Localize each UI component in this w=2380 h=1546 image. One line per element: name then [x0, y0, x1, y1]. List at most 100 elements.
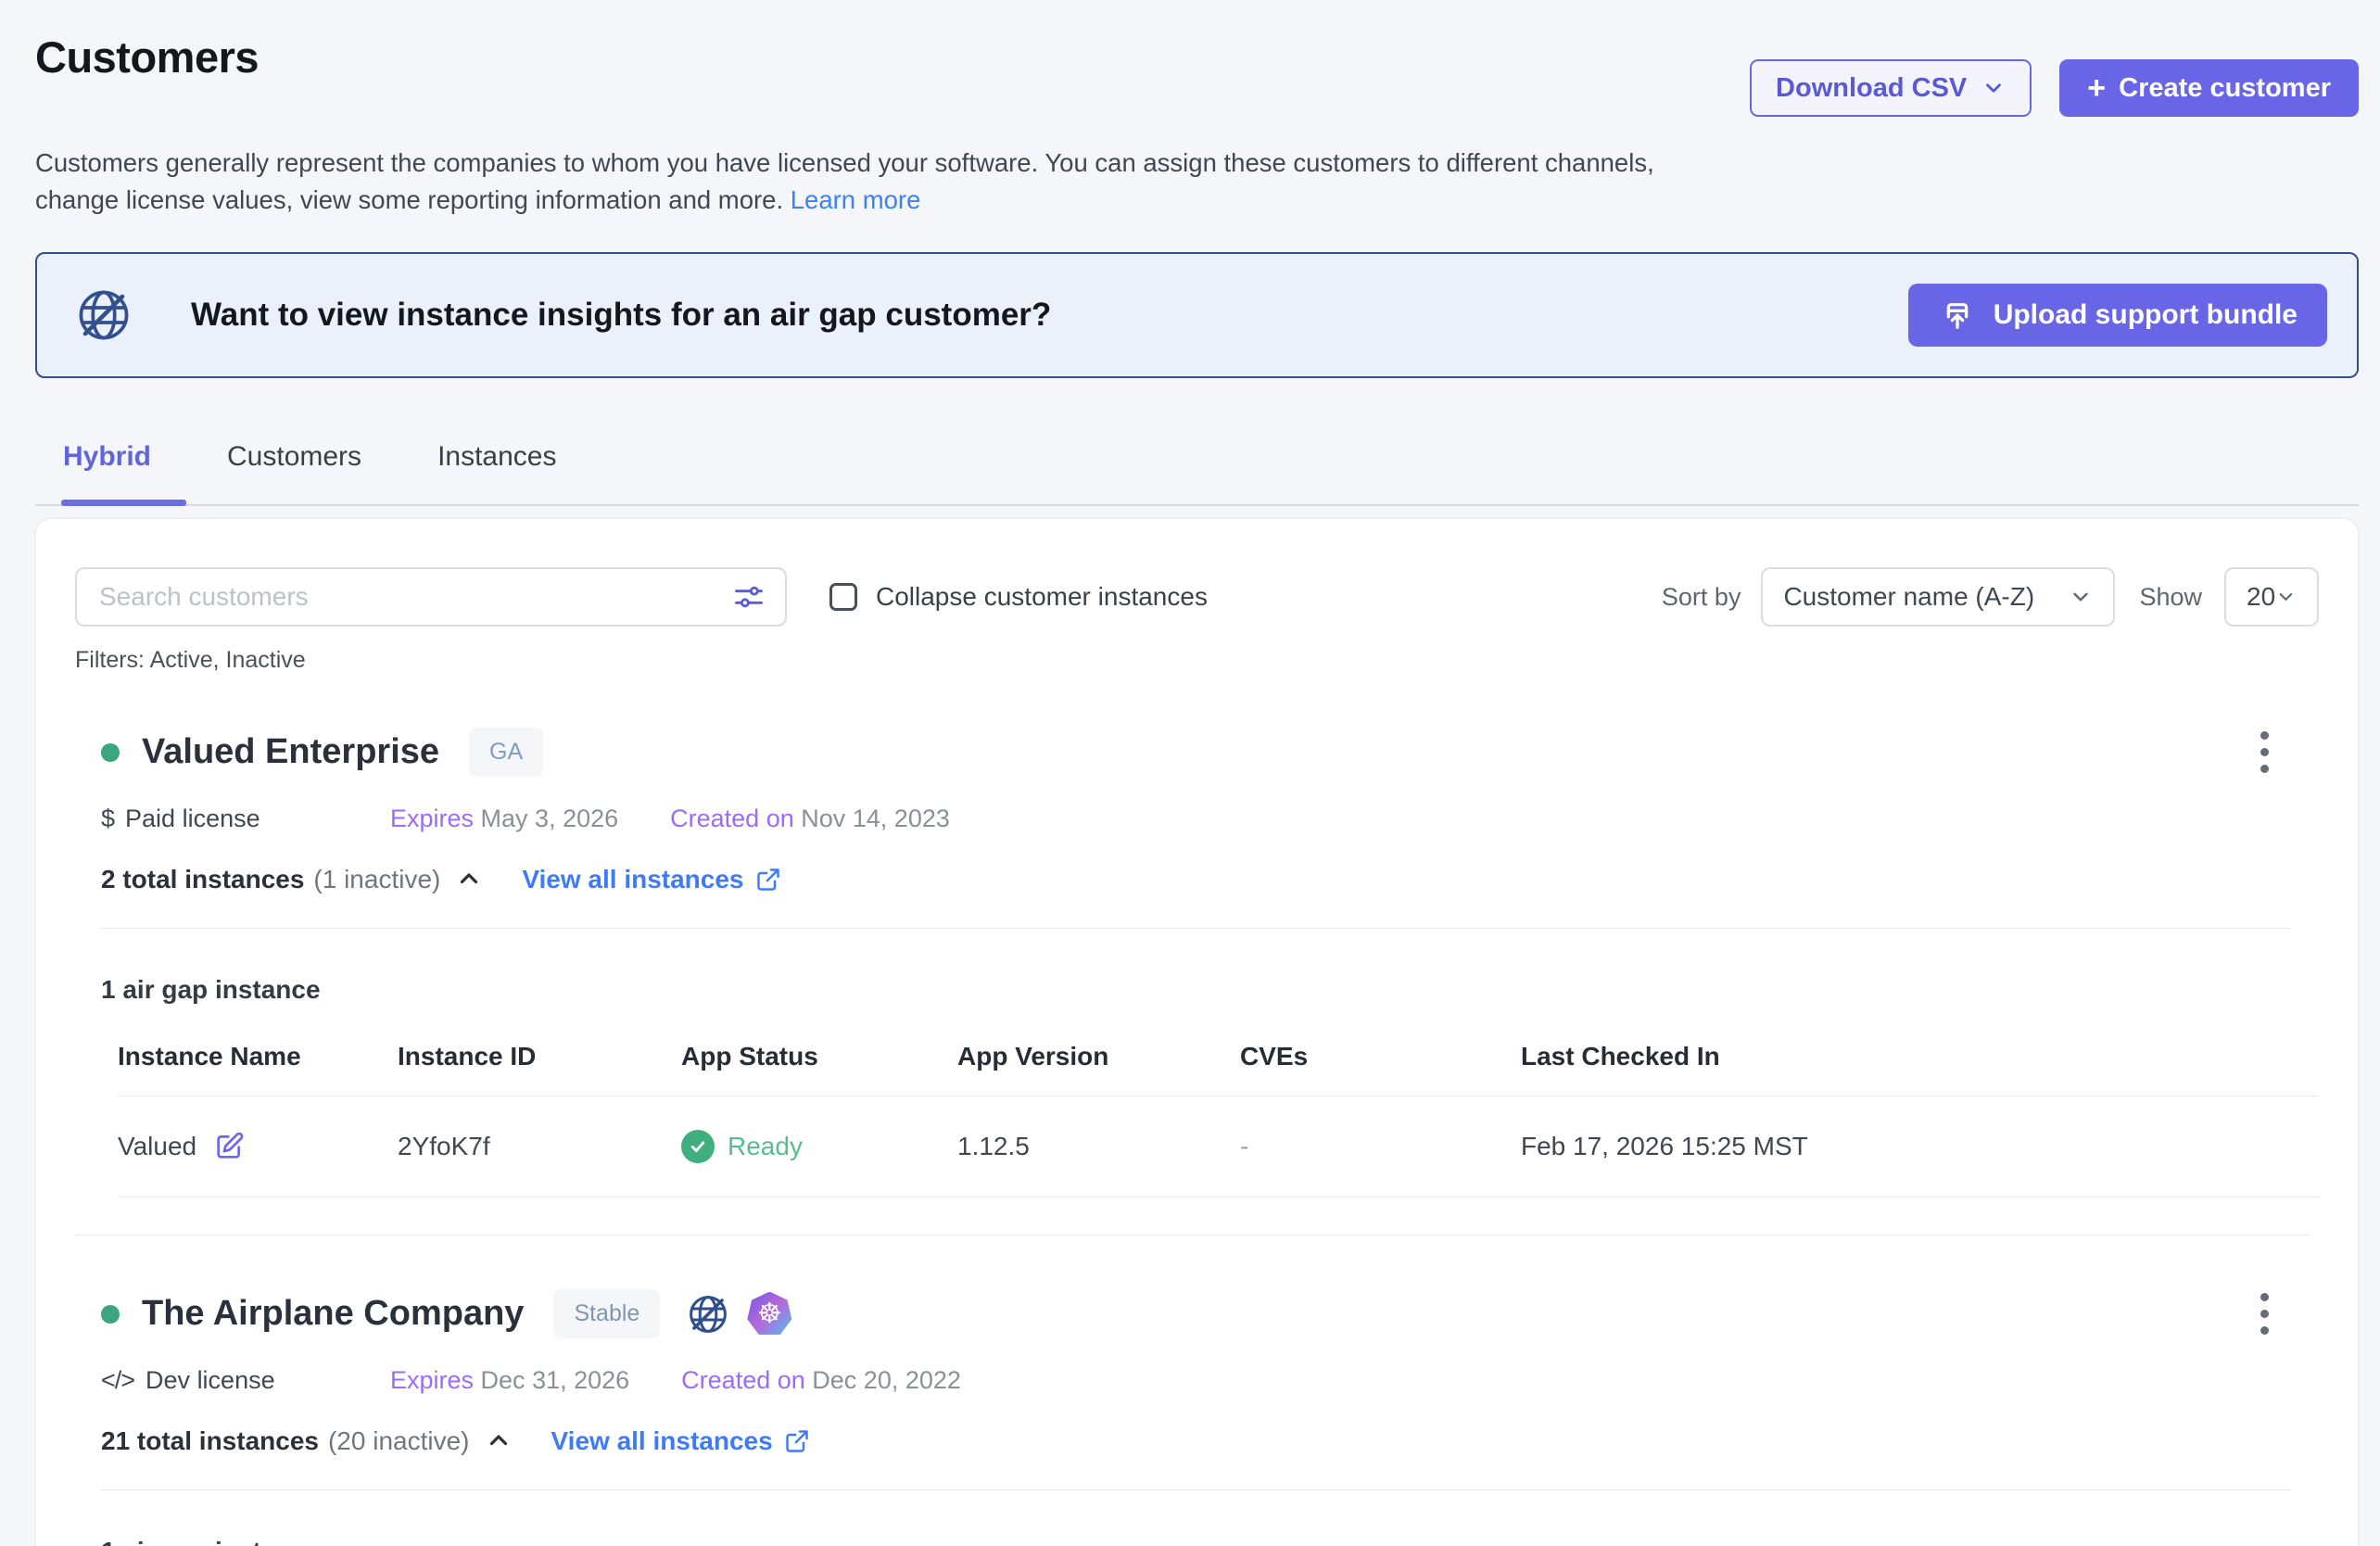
col-app-version: App Version — [957, 1042, 1240, 1071]
customer-section-valued-enterprise: Valued Enterprise GA $ Paid license Expi… — [75, 724, 2319, 1198]
collapse-instances-label: Collapse customer instances — [876, 582, 1208, 612]
instance-table-header: Instance Name Instance ID App Status App… — [118, 1042, 2319, 1096]
col-cves: CVEs — [1240, 1042, 1521, 1071]
create-customer-button[interactable]: + Create customer — [2059, 59, 2359, 117]
create-customer-label: Create customer — [2119, 73, 2331, 104]
section-divider — [101, 928, 2291, 929]
instance-name: Valued — [118, 1132, 196, 1161]
edit-icon[interactable] — [213, 1131, 245, 1162]
view-all-instances-label: View all instances — [522, 865, 743, 894]
sort-by-value: Customer name (A-Z) — [1783, 582, 2034, 612]
expires-label: Expires — [390, 805, 474, 832]
instance-row: Valued 2YfoK7f Ready 1.12.5 - Feb 17, 20… — [118, 1096, 2319, 1198]
show-label: Show — [2139, 583, 2202, 612]
upload-support-bundle-label: Upload support bundle — [1994, 299, 2298, 331]
upload-icon — [1938, 296, 1977, 335]
license-row: </> Dev license Expires Dec 31, 2026 Cre… — [101, 1366, 2319, 1395]
customer-menu-button[interactable] — [2253, 724, 2276, 780]
expires-date: May 3, 2026 — [481, 805, 619, 832]
chevron-down-icon — [1981, 76, 2006, 100]
chevron-down-icon — [2069, 585, 2093, 609]
customer-divider — [75, 1235, 2310, 1236]
customers-card: Collapse customer instances Sort by Cust… — [35, 518, 2359, 1546]
plus-icon: + — [2087, 72, 2106, 104]
check-circle-icon — [681, 1130, 715, 1163]
customer-name[interactable]: The Airplane Company — [142, 1294, 524, 1334]
cves-value: - — [1240, 1132, 1521, 1161]
page-header: Customers Download CSV + Create customer… — [0, 0, 2380, 219]
tab-customers[interactable]: Customers — [227, 441, 361, 504]
col-instance-id: Instance ID — [398, 1042, 681, 1071]
airgap-globe-icon — [686, 1292, 730, 1337]
search-input[interactable] — [99, 582, 731, 612]
app-status: Ready — [728, 1132, 803, 1161]
col-last-checked-in: Last Checked In — [1521, 1042, 2319, 1071]
chevron-up-icon — [455, 866, 483, 893]
download-csv-label: Download CSV — [1776, 73, 1967, 104]
col-app-status: App Status — [681, 1042, 957, 1071]
collapse-section-button[interactable] — [485, 1427, 513, 1455]
kubernetes-icon: ☸ — [747, 1292, 791, 1337]
page-description: Customers generally represent the compan… — [35, 145, 1703, 219]
upload-support-bundle-button[interactable]: Upload support bundle — [1908, 284, 2327, 347]
airgap-instances-heading: 1 air gap instance — [101, 1537, 2319, 1546]
toolbar: Collapse customer instances Sort by Cust… — [75, 567, 2319, 627]
show-count-select[interactable]: 20 — [2224, 567, 2319, 627]
col-instance-name: Instance Name — [118, 1042, 398, 1071]
sort-controls: Sort by Customer name (A-Z) Show 20 — [1662, 567, 2319, 627]
download-csv-button[interactable]: Download CSV — [1750, 59, 2032, 117]
section-divider — [101, 1489, 2291, 1490]
active-status-dot — [101, 1305, 120, 1324]
view-all-instances-link[interactable]: View all instances — [551, 1426, 810, 1456]
tab-instances[interactable]: Instances — [437, 441, 556, 504]
instances-summary-row: 21 total instances (20 inactive) View al… — [101, 1426, 2319, 1456]
airgap-globe-icon — [74, 285, 133, 345]
instance-table: Instance Name Instance ID App Status App… — [118, 1042, 2319, 1198]
show-count-value: 20 — [2247, 582, 2275, 612]
license-type: Dev license — [146, 1366, 275, 1395]
view-all-instances-link[interactable]: View all instances — [522, 865, 780, 894]
created-date: Nov 14, 2023 — [801, 805, 950, 832]
instances-summary-row: 2 total instances (1 inactive) View all … — [101, 865, 2319, 894]
tab-hybrid[interactable]: Hybrid — [63, 441, 151, 504]
external-link-icon — [784, 1428, 810, 1454]
dev-license-icon: </> — [101, 1366, 134, 1395]
chevron-up-icon — [485, 1427, 513, 1455]
sort-by-select[interactable]: Customer name (A-Z) — [1761, 567, 2115, 627]
customer-name[interactable]: Valued Enterprise — [142, 732, 439, 772]
collapse-instances-checkbox[interactable] — [829, 583, 857, 611]
airgap-instances-heading: 1 air gap instance — [101, 975, 2319, 1005]
active-status-dot — [101, 743, 120, 762]
paid-license-icon: $ — [101, 805, 114, 833]
filter-sliders-icon[interactable] — [731, 579, 766, 615]
search-box — [75, 567, 787, 627]
app-version: 1.12.5 — [957, 1132, 1240, 1161]
expires-label: Expires — [390, 1366, 474, 1394]
collapse-section-button[interactable] — [455, 866, 483, 893]
license-row: $ Paid license Expires May 3, 2026 Creat… — [101, 805, 2319, 833]
view-all-instances-label: View all instances — [551, 1426, 773, 1456]
created-on-label: Created on — [681, 1366, 805, 1394]
collapse-instances-control: Collapse customer instances — [829, 582, 1208, 612]
inactive-count: (1 inactive) — [313, 865, 440, 894]
channel-badge: Stable — [553, 1289, 660, 1338]
created-date: Dec 20, 2022 — [812, 1366, 961, 1394]
instance-id: 2YfoK7f — [398, 1132, 681, 1161]
banner-title: Want to view instance insights for an ai… — [191, 297, 1051, 334]
active-filters-text: Filters: Active, Inactive — [75, 647, 2319, 674]
page-title: Customers — [35, 32, 259, 82]
customer-menu-button[interactable] — [2253, 1286, 2276, 1342]
airgap-banner: Want to view instance insights for an ai… — [35, 252, 2359, 378]
channel-badge: GA — [469, 728, 543, 777]
license-type: Paid license — [125, 805, 260, 833]
external-link-icon — [755, 867, 781, 893]
chevron-down-icon — [2275, 585, 2297, 609]
learn-more-link[interactable]: Learn more — [791, 185, 921, 214]
tab-bar: Hybrid Customers Instances — [35, 441, 2359, 506]
app-status-cell: Ready — [681, 1130, 957, 1163]
customer-section-airplane-company: The Airplane Company Stable ☸ </> Dev li… — [75, 1286, 2319, 1546]
last-checked-in: Feb 17, 2026 15:25 MST — [1521, 1132, 2319, 1161]
expires-date: Dec 31, 2026 — [481, 1366, 630, 1394]
total-instances: 2 total instances — [101, 865, 304, 894]
total-instances: 21 total instances — [101, 1426, 319, 1456]
